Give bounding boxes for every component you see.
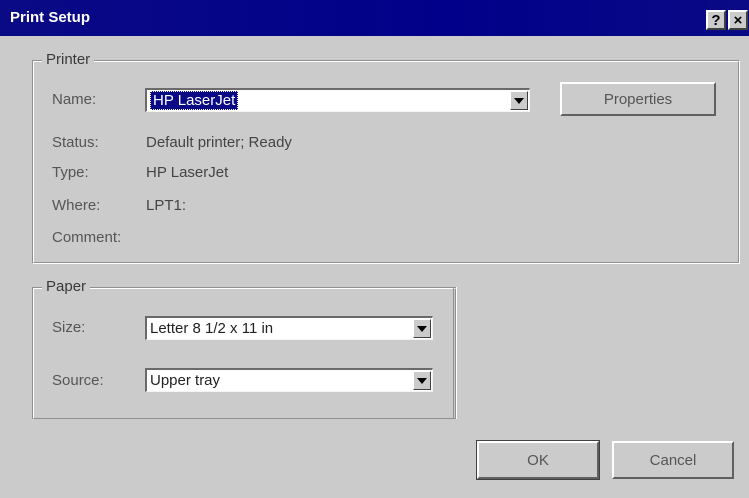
size-label: Size: — [52, 319, 86, 336]
paper-group — [32, 287, 456, 419]
where-label: Where: — [52, 197, 101, 214]
cancel-button[interactable]: Cancel — [612, 441, 734, 479]
paper-group-divider — [453, 287, 457, 419]
type-value: HP LaserJet — [146, 164, 229, 181]
status-label: Status: — [52, 134, 99, 151]
status-value: Default printer; Ready — [146, 134, 292, 151]
window-title: Print Setup — [10, 9, 91, 26]
paper-source-value: Upper tray — [150, 372, 221, 389]
paper-group-label: Paper — [42, 278, 91, 295]
help-icon: ? — [711, 11, 721, 29]
comment-label: Comment: — [52, 229, 122, 246]
paper-source-dropdown-button[interactable] — [413, 371, 431, 390]
printer-name-select[interactable]: HP LaserJet — [145, 88, 530, 112]
source-label: Source: — [52, 372, 104, 389]
close-button[interactable]: × — [728, 10, 748, 30]
print-setup-dialog: Print Setup ? × Printer Name: HP LaserJe… — [0, 0, 749, 498]
paper-source-select[interactable]: Upper tray — [145, 368, 433, 392]
title-bar[interactable]: Print Setup ? × — [0, 0, 749, 36]
cancel-button-label: Cancel — [649, 451, 697, 469]
printer-name-value: HP LaserJet — [150, 91, 239, 110]
chevron-down-icon — [514, 97, 524, 104]
name-label: Name: — [52, 91, 97, 108]
ok-button[interactable]: OK — [476, 440, 600, 480]
paper-size-value: Letter 8 1/2 x 11 in — [150, 320, 274, 337]
properties-button[interactable]: Properties — [560, 82, 716, 116]
where-value: LPT1: — [146, 197, 187, 214]
properties-button-label: Properties — [603, 90, 673, 108]
close-icon: × — [733, 11, 743, 29]
printer-group-label: Printer — [42, 51, 95, 68]
printer-name-dropdown-button[interactable] — [510, 91, 528, 110]
chevron-down-icon — [417, 325, 427, 332]
type-label: Type: — [52, 164, 89, 181]
paper-size-dropdown-button[interactable] — [413, 319, 431, 338]
chevron-down-icon — [417, 377, 427, 384]
ok-button-label: OK — [527, 451, 549, 469]
help-button[interactable]: ? — [706, 10, 726, 30]
paper-size-select[interactable]: Letter 8 1/2 x 11 in — [145, 316, 433, 340]
